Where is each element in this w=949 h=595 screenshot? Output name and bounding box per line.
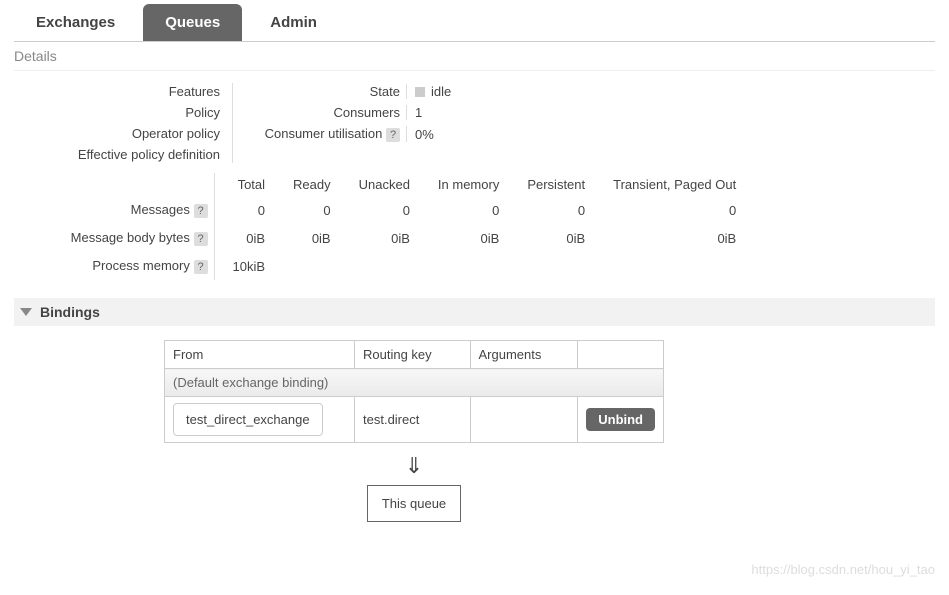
state-indicator-icon	[415, 87, 425, 97]
col-ready: Ready	[279, 173, 345, 196]
row-body-bytes: Message body bytes ? 0iB 0iB 0iB 0iB 0iB…	[14, 224, 750, 252]
bindings-header[interactable]: Bindings	[14, 298, 935, 326]
exchange-link[interactable]: test_direct_exchange	[173, 403, 323, 436]
tab-admin[interactable]: Admin	[248, 4, 339, 41]
bindings-table: From Routing key Arguments (Default exch…	[164, 340, 664, 443]
help-icon[interactable]: ?	[386, 128, 400, 142]
label-effective-policy: Effective policy definition	[14, 144, 224, 165]
details-header: Details	[14, 46, 935, 71]
th-from: From	[165, 341, 355, 369]
label-consumers: Consumers	[241, 105, 406, 120]
cell-ready: 0	[279, 196, 345, 224]
help-icon[interactable]: ?	[194, 204, 208, 218]
tab-queues[interactable]: Queues	[143, 4, 242, 41]
down-arrow-icon: ⇓	[164, 455, 664, 477]
value-consumers: 1	[415, 105, 422, 120]
cell-persistent: 0	[513, 196, 599, 224]
chevron-down-icon	[20, 308, 32, 316]
cell-process-memory-total: 10kiB	[219, 252, 280, 280]
label-messages: Messages	[131, 202, 190, 217]
binding-row: test_direct_exchange test.direct Unbind	[165, 397, 664, 443]
bindings-table-wrap: From Routing key Arguments (Default exch…	[164, 340, 935, 522]
col-transient: Transient, Paged Out	[599, 173, 750, 196]
row-process-memory: Process memory ? 10kiB	[14, 252, 750, 280]
col-persistent: Persistent	[513, 173, 599, 196]
cell-routing-key: test.direct	[355, 397, 471, 443]
col-total: Total	[219, 173, 280, 196]
row-messages: Messages ? 0 0 0 0 0 0	[14, 196, 750, 224]
label-body-bytes: Message body bytes	[71, 230, 190, 245]
col-in-memory: In memory	[424, 173, 513, 196]
cell-transient: 0	[599, 196, 750, 224]
label-process-memory: Process memory	[92, 258, 190, 273]
details-top: Features Policy Operator policy Effectiv…	[14, 81, 935, 165]
col-unacked: Unacked	[345, 173, 424, 196]
tab-bar: Exchanges Queues Admin	[14, 4, 935, 42]
default-binding-row: (Default exchange binding)	[165, 369, 664, 397]
cell-in-memory: 0iB	[424, 224, 513, 252]
vertical-rule	[232, 83, 233, 163]
unbind-button[interactable]: Unbind	[586, 408, 655, 431]
th-arguments: Arguments	[470, 341, 578, 369]
stats-matrix: Total Ready Unacked In memory Persistent…	[14, 173, 750, 280]
cell-ready: 0iB	[279, 224, 345, 252]
label-bindings: Bindings	[40, 304, 100, 320]
cell-arguments	[470, 397, 578, 443]
label-operator-policy: Operator policy	[14, 123, 224, 144]
cell-transient: 0iB	[599, 224, 750, 252]
cell-total: 0iB	[219, 224, 280, 252]
cell-unacked: 0	[345, 196, 424, 224]
th-routing-key: Routing key	[355, 341, 471, 369]
right-feature-block: State idle Consumers 1 Consumer utilisat…	[241, 81, 541, 145]
cell-in-memory: 0	[424, 196, 513, 224]
help-icon[interactable]: ?	[194, 260, 208, 274]
cell-persistent: 0iB	[513, 224, 599, 252]
default-binding-text: (Default exchange binding)	[165, 369, 664, 397]
label-policy: Policy	[14, 102, 224, 123]
cell-unacked: 0iB	[345, 224, 424, 252]
this-queue-box: This queue	[367, 485, 461, 522]
label-consumer-utilisation: Consumer utilisation	[265, 126, 383, 141]
tab-exchanges[interactable]: Exchanges	[14, 4, 137, 41]
help-icon[interactable]: ?	[194, 232, 208, 246]
label-features: Features	[14, 81, 224, 102]
value-state: idle	[431, 84, 451, 99]
label-state: State	[241, 84, 406, 99]
cell-total: 0	[219, 196, 280, 224]
watermark: https://blog.csdn.net/hou_yi_tao	[751, 562, 935, 577]
left-feature-labels: Features Policy Operator policy Effectiv…	[14, 81, 224, 165]
value-consumer-utilisation: 0%	[415, 127, 434, 142]
th-action	[578, 341, 664, 369]
